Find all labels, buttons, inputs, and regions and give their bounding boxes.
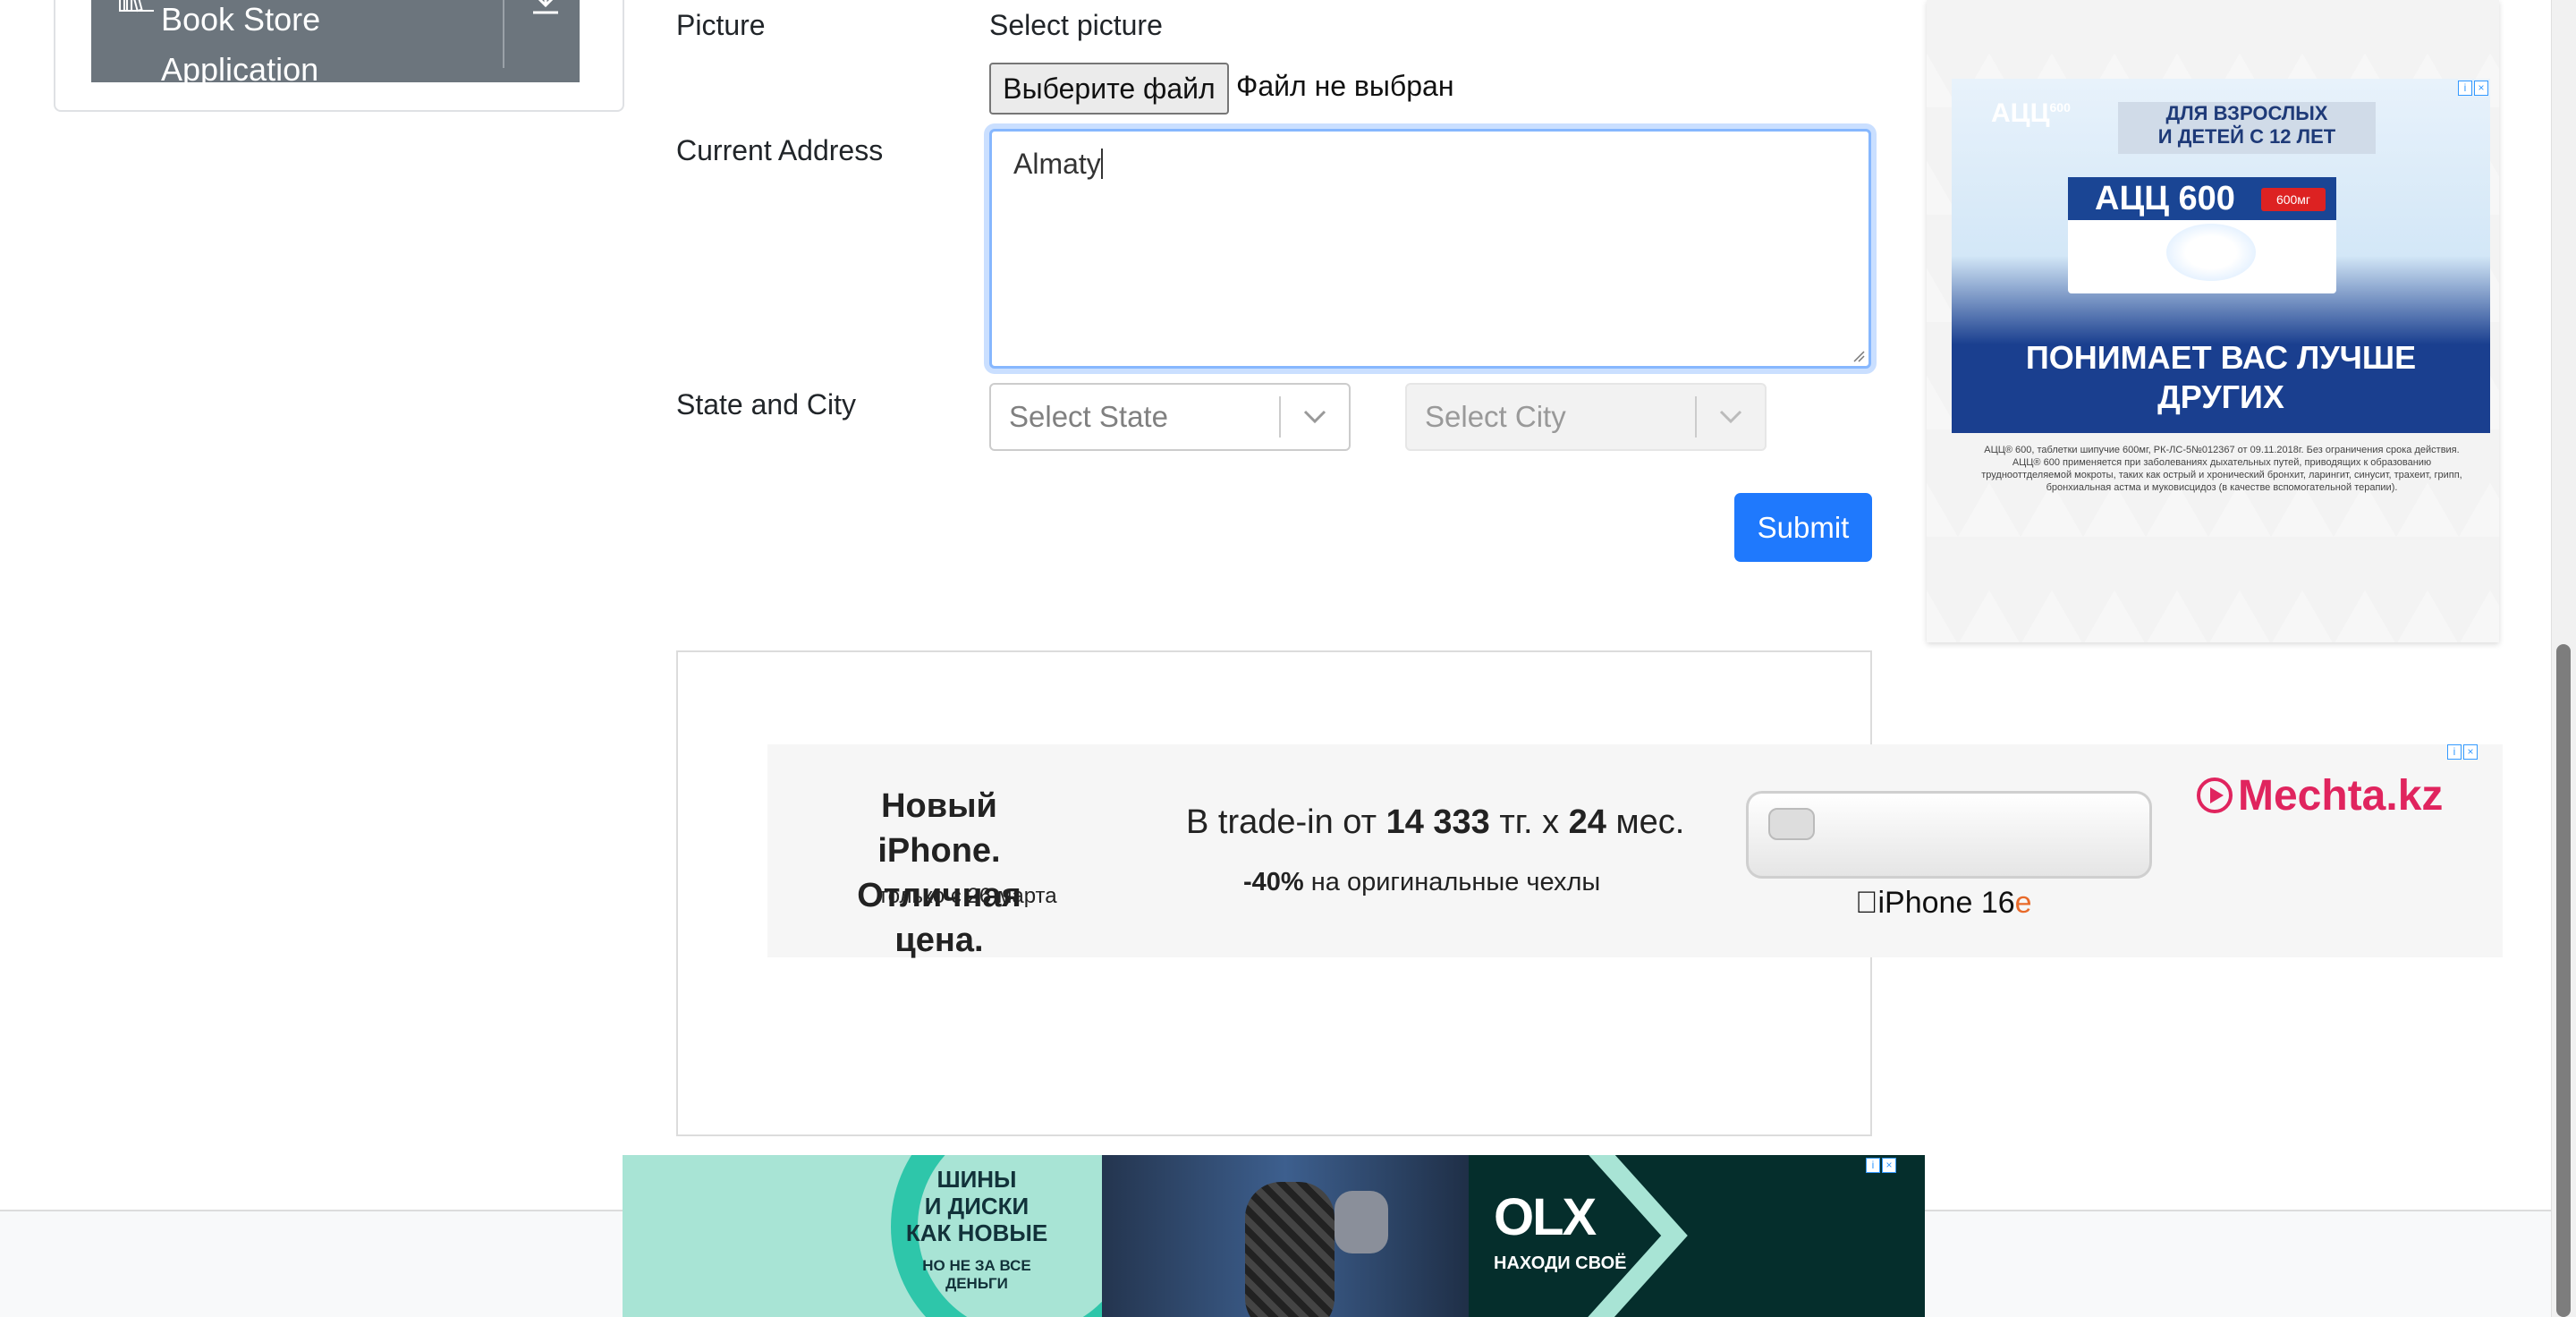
ad-date-note: только с 26 марта — [878, 884, 1057, 908]
current-address-textarea[interactable]: Almaty — [989, 129, 1871, 369]
ad-close-icon[interactable]: × — [1882, 1158, 1896, 1173]
ad-tire-photo — [1102, 1155, 1469, 1317]
ad-right-image[interactable]: АЦЦ600 ДЛЯ ВЗРОСЛЫХ И ДЕТЕЙ С 12 ЛЕТ АЦЦ … — [1952, 79, 2490, 433]
books-icon — [119, 0, 154, 13]
state-placeholder: Select State — [1009, 400, 1168, 433]
ad-info-icon[interactable]: i — [1866, 1158, 1880, 1173]
city-select[interactable]: Select City — [1405, 383, 1767, 451]
ad-discount: -40% на оригинальные чехлы — [1243, 868, 1601, 896]
resize-grip-icon[interactable] — [1851, 348, 1865, 362]
state-city-label: State and City — [676, 388, 856, 421]
ad-phone-image — [1746, 791, 2152, 879]
ad-close-icon[interactable]: × — [2463, 744, 2478, 760]
picture-caption: Select picture — [989, 9, 1163, 41]
olx-logo: OLX — [1494, 1188, 1597, 1246]
ad-info-icon[interactable]: i — [2458, 81, 2472, 96]
ad-middle-close-controls[interactable]: i × — [2447, 744, 2478, 771]
current-address-label: Current Address — [676, 134, 884, 166]
ad-close-controls[interactable]: i × — [2458, 81, 2488, 107]
ad-age-note: ДЛЯ ВЗРОСЛЫХ И ДЕТЕЙ С 12 ЛЕТ — [2118, 102, 2376, 154]
ad-bottom-banner[interactable]: ШИНЫ И ДИСКИ КАК НОВЫЕ НО НЕ ЗА ВСЕ ДЕНЬГИ … — [623, 1155, 1925, 1317]
ad-slogan: ПОНИМАЕТ ВАС ЛУЧШЕ ДРУГИХ — [2025, 339, 2417, 415]
ad-brand: АЦЦ600 — [1991, 98, 2071, 128]
ad-tradein: В trade-in от 14 333 тг. х 24 мес. — [1186, 803, 1685, 841]
picture-label: Picture — [676, 9, 766, 41]
file-status: Файл не выбран — [1236, 70, 1454, 102]
ad-tires-panel: ШИНЫ И ДИСКИ КАК НОВЫЕ НО НЕ ЗА ВСЕ ДЕНЬГИ — [623, 1155, 1102, 1317]
ad-product-name: iPhone 16e — [1855, 886, 2032, 920]
sidebar-item-label: Book Store Application — [161, 1, 321, 88]
olx-slogan: НАХОДИ СВОЁ — [1494, 1253, 1627, 1273]
ad-olx-panel: OLX НАХОДИ СВОЁ — [1469, 1155, 1925, 1317]
ad-product-pack: АЦЦ 600 600мг — [2068, 177, 2336, 293]
ad-info-icon[interactable]: i — [2447, 744, 2462, 760]
ad-fine-print: АЦЦ® 600, таблетки шипучие 600мг, РК-ЛС-… — [1981, 445, 2462, 493]
ad-bottom-close-controls[interactable]: i × — [1866, 1158, 1896, 1185]
ad-middle-banner[interactable]: Новый iPhone. Отличная цена. только с 26 … — [767, 744, 2503, 959]
download-icon[interactable] — [526, 0, 565, 20]
ad-close-icon[interactable]: × — [2474, 81, 2488, 96]
divider — [503, 0, 504, 68]
chevron-down-icon[interactable] — [1281, 383, 1349, 451]
city-placeholder: Select City — [1425, 400, 1566, 433]
ad-headline: Новый iPhone. Отличная цена. — [857, 787, 1021, 959]
choose-file-button[interactable]: Выберите файл — [989, 63, 1229, 115]
submit-button[interactable]: Submit — [1734, 493, 1872, 562]
mechta-logo: Mechta.kz — [2197, 771, 2443, 820]
chevron-down-icon[interactable] — [1697, 383, 1765, 451]
state-select[interactable]: Select State — [989, 383, 1351, 451]
sidebar-item-book-store[interactable]: Book Store Application — [91, 0, 580, 88]
play-icon — [2197, 777, 2233, 813]
scrollbar-thumb[interactable] — [2556, 644, 2571, 1317]
